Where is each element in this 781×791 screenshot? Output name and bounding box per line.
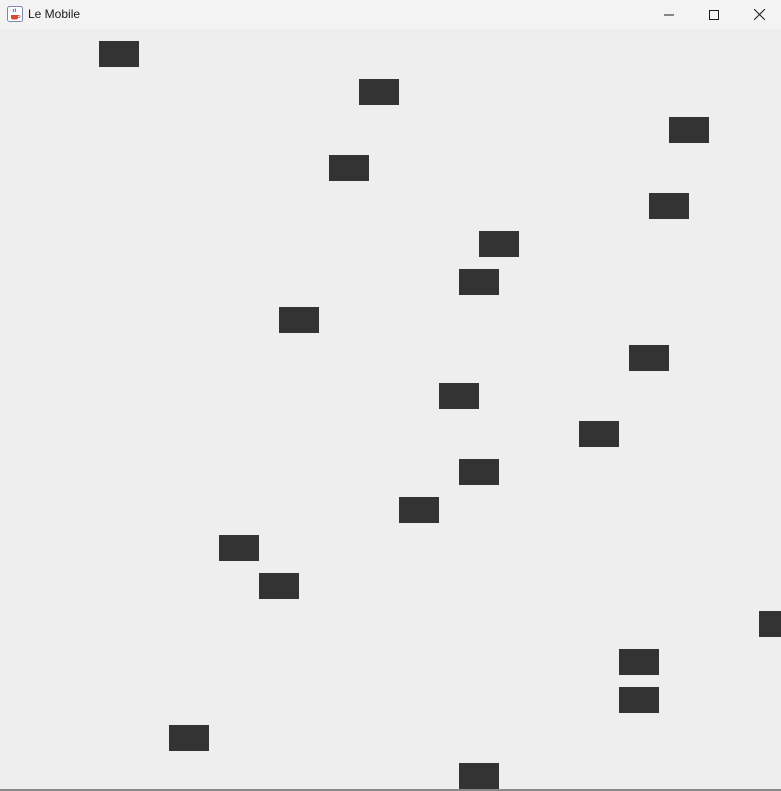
- drawing-canvas[interactable]: [0, 29, 781, 791]
- maximize-icon: [709, 9, 719, 20]
- java-coffee-cup-icon: [7, 6, 23, 22]
- block: [479, 231, 519, 257]
- block: [99, 41, 139, 67]
- block: [279, 307, 319, 333]
- block: [619, 649, 659, 675]
- block: [439, 383, 479, 409]
- block: [759, 611, 781, 637]
- block: [259, 573, 299, 599]
- close-icon: [753, 9, 765, 20]
- block: [579, 421, 619, 447]
- block: [459, 269, 499, 295]
- block: [359, 79, 399, 105]
- block: [649, 193, 689, 219]
- window-title: Le Mobile: [28, 7, 81, 21]
- title-bar[interactable]: Le Mobile: [0, 0, 781, 29]
- close-button[interactable]: [736, 0, 781, 29]
- block: [459, 459, 499, 485]
- maximize-button[interactable]: [691, 0, 737, 29]
- block: [459, 763, 499, 789]
- block: [669, 117, 709, 143]
- minimize-icon: [664, 10, 674, 20]
- block: [169, 725, 209, 751]
- block: [629, 345, 669, 371]
- app-window: Le Mobile: [0, 0, 781, 791]
- block: [219, 535, 259, 561]
- block: [399, 497, 439, 523]
- block: [329, 155, 369, 181]
- minimize-button[interactable]: [646, 0, 692, 29]
- block: [619, 687, 659, 713]
